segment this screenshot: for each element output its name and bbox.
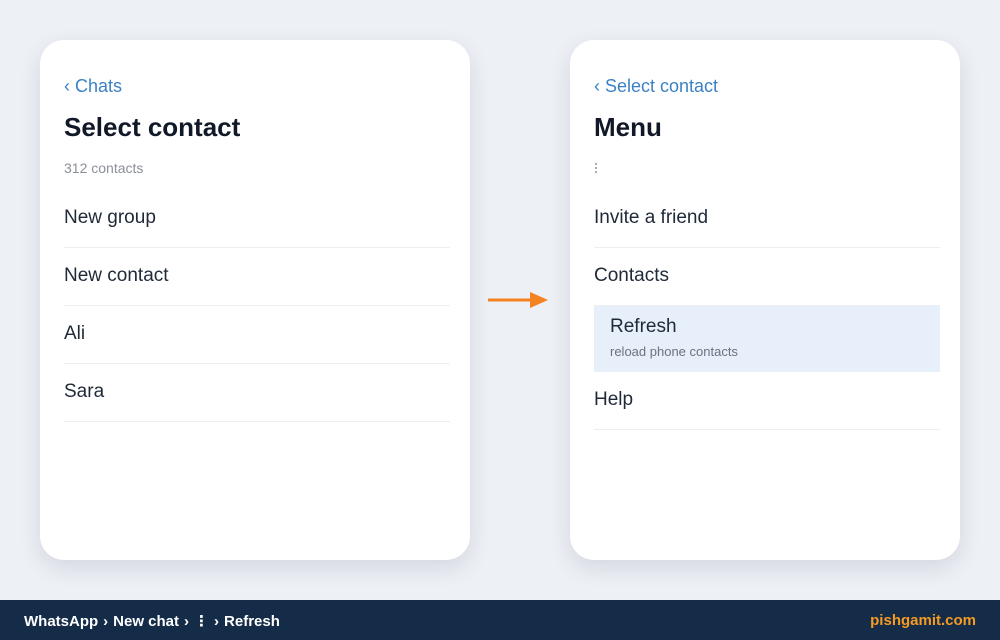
list-item-label: Sara — [64, 381, 105, 402]
page-title: Select contact — [64, 112, 241, 142]
back-to-select-contact-link[interactable]: ‹ Select contact — [594, 76, 718, 97]
arrow-right-icon — [488, 292, 548, 308]
chevron-left-icon: ‹ — [594, 76, 600, 96]
back-link-label: Chats — [75, 76, 123, 96]
back-to-chats-link[interactable]: ‹ Chats — [64, 76, 122, 97]
breadcrumb-separator: › — [214, 613, 220, 630]
list-item-new-contact[interactable]: New contact — [64, 248, 450, 306]
select-contact-screen: ‹ Chats Select contact 312 contacts New g… — [40, 40, 470, 560]
menu-item-invite-a-friend[interactable]: Invite a friend — [594, 190, 940, 248]
breadcrumb-item: New chat — [113, 613, 180, 630]
menu-item-label: Invite a friend — [594, 207, 709, 228]
footer-bar: WhatsApp › New chat › ⋮ › Refresh pishgamit.co… — [0, 600, 1000, 640]
breadcrumb-separator: › — [103, 613, 109, 630]
chevron-left-icon: ‹ — [64, 76, 70, 96]
menu-item-label: Refresh — [610, 316, 677, 337]
back-link-label: Select contact — [605, 76, 719, 96]
menu-screen: ‹ Select contact Menu Invite a friend Con… — [570, 40, 960, 560]
breadcrumb-item: Refresh — [224, 613, 280, 630]
breadcrumb-separator: › — [184, 613, 190, 630]
menu-item-refresh[interactable]: Refresh reload phone contacts — [594, 306, 940, 372]
breadcrumb-item: WhatsApp — [24, 613, 99, 630]
contact-count: 312 contacts — [64, 160, 144, 176]
list-item-label: Ali — [64, 323, 86, 344]
more-vertical-icon[interactable] — [594, 162, 600, 176]
menu-item-label: Contacts — [594, 265, 669, 286]
more-vertical-icon: ⋮ — [194, 613, 210, 630]
contact-item-sara[interactable]: Sara — [64, 364, 450, 422]
list-item-new-group[interactable]: New group — [64, 190, 450, 248]
contact-list: New group New contact Ali Sara — [40, 190, 470, 422]
menu-item-label: Help — [594, 389, 634, 410]
menu-item-description: reload phone contacts — [610, 344, 738, 359]
menu-list: Invite a friend Contacts Refresh reload … — [570, 190, 960, 430]
list-item-label: New contact — [64, 265, 169, 286]
menu-item-help[interactable]: Help — [594, 372, 940, 430]
contact-item-ali[interactable]: Ali — [64, 306, 450, 364]
brand-logo-text: pishgamit.com — [870, 612, 976, 629]
menu-item-contacts[interactable]: Contacts — [594, 248, 940, 306]
list-item-label: New group — [64, 207, 156, 228]
breadcrumb: WhatsApp › New chat › ⋮ › Refresh — [24, 612, 280, 630]
page-title: Menu — [594, 112, 662, 142]
